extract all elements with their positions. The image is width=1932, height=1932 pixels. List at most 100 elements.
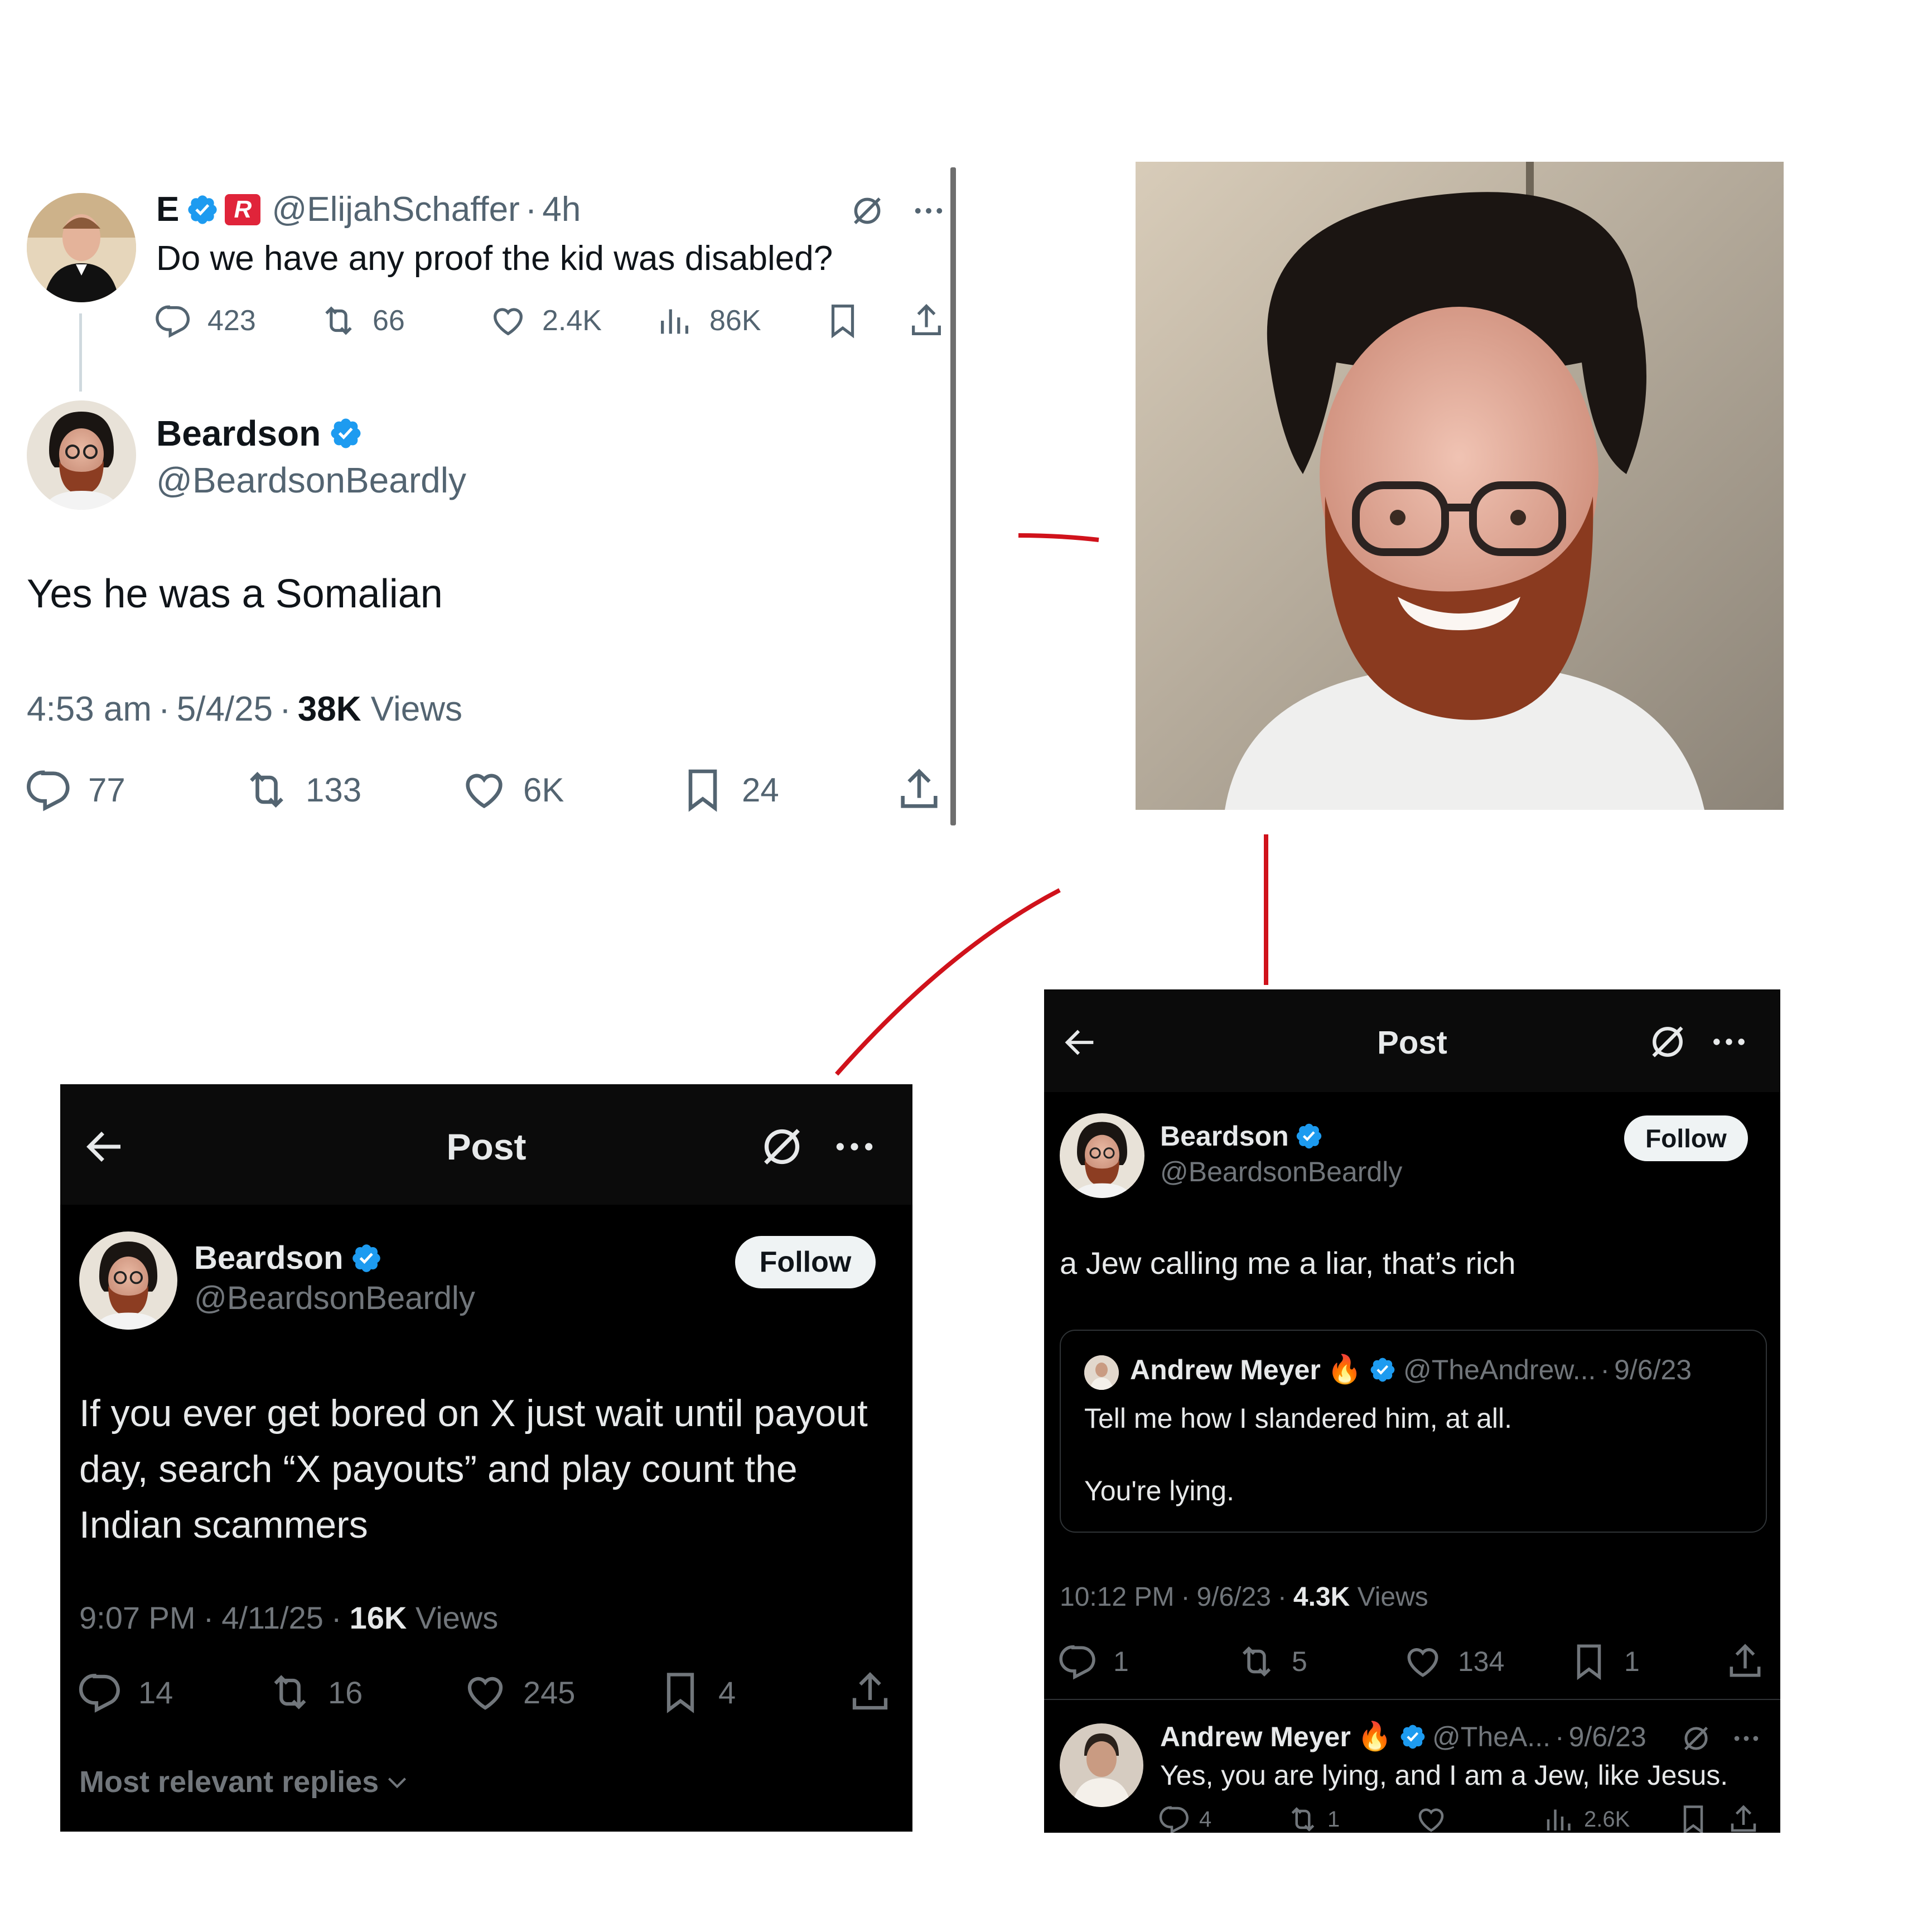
quoted-text-line2: You're lying. (1084, 1475, 1234, 1506)
left-most-relevant-replies[interactable]: Most relevant replies (79, 1765, 411, 1799)
right-like-button[interactable]: 134 (1402, 1641, 1504, 1682)
left-meta: 9:07 PM · 4/11/25 · 16K Views (79, 1600, 498, 1636)
right-meta: 10:12 PM · 9/6/23 · 4.3K Views (1060, 1582, 1428, 1612)
left-date[interactable]: 4/11/25 (221, 1600, 323, 1635)
repost-icon (267, 1669, 313, 1716)
grok-icon[interactable] (1646, 1021, 1689, 1063)
left-time[interactable]: 9:07 PM (79, 1600, 196, 1635)
right-repost-button[interactable]: 5 (1236, 1641, 1307, 1682)
right-repost-count: 5 (1292, 1646, 1307, 1677)
left-repost-button[interactable]: 16 (267, 1669, 363, 1716)
reply2-date[interactable]: 9/6/23 (1569, 1721, 1646, 1753)
avatar-andrew-meyer[interactable] (1060, 1723, 1143, 1807)
avatar-beardson-image (1060, 1113, 1144, 1198)
left-display-name[interactable]: Beardson (194, 1239, 344, 1277)
left-follow-button[interactable]: Follow (735, 1236, 876, 1288)
divider (1044, 1699, 1780, 1700)
share-icon[interactable] (1725, 1641, 1766, 1682)
left-reply-count: 14 (138, 1674, 173, 1710)
reply2-reply-button[interactable]: 4 (1158, 1803, 1211, 1833)
right-like-count: 134 (1458, 1646, 1505, 1677)
reply2-repost-button[interactable]: 1 (1286, 1803, 1340, 1833)
like-icon (1402, 1641, 1443, 1682)
quoted-display-name: Andrew Meyer (1130, 1354, 1321, 1385)
views-icon (1543, 1803, 1576, 1833)
dot-separator: · (1555, 1721, 1564, 1752)
right-name-row: Beardson (1160, 1120, 1324, 1152)
left-views-count: 16K (349, 1600, 407, 1635)
avatar-beardson[interactable] (79, 1231, 177, 1330)
dot-separator: · (203, 1600, 214, 1635)
dot-separator: · (1277, 1582, 1287, 1612)
reply2-reply-count: 4 (1199, 1807, 1212, 1832)
verified-badge-icon (1369, 1356, 1397, 1384)
annotation-line-curve (835, 888, 1061, 1076)
left-handle[interactable]: @BeardsonBeardly (194, 1279, 475, 1317)
repost-icon (1236, 1641, 1277, 1682)
dot-separator: · (331, 1600, 342, 1635)
right-bookmark-button[interactable]: 1 (1568, 1641, 1640, 1682)
reply2-views-button[interactable]: 2.6K (1543, 1803, 1630, 1833)
grok-icon[interactable] (757, 1122, 806, 1171)
avatar-beardson-image (79, 1231, 177, 1330)
reply-icon (77, 1669, 124, 1716)
right-reply-button[interactable]: 1 (1057, 1641, 1129, 1682)
avatar-andrew-image (1060, 1723, 1143, 1807)
right-views-label: Views (1357, 1582, 1428, 1612)
avatar-andrew-image (1084, 1355, 1119, 1390)
left-post-text: If you ever get bored on X just wait unt… (79, 1392, 868, 1546)
right-date[interactable]: 9/6/23 (1196, 1582, 1271, 1612)
dot-separator: · (1181, 1582, 1190, 1612)
right-handle[interactable]: @BeardsonBeardly (1160, 1156, 1402, 1188)
dark-post-left: Post Beardson @BeardsonBeardly Follow If… (60, 1084, 912, 1832)
left-footer-label: Most relevant replies (79, 1765, 379, 1799)
more-icon[interactable] (1708, 1021, 1750, 1063)
more-icon[interactable] (830, 1122, 879, 1171)
left-reply-button[interactable]: 14 (77, 1669, 173, 1716)
right-reply-count: 1 (1113, 1646, 1129, 1677)
reply2-repost-count: 1 (1327, 1807, 1340, 1832)
verified-badge-icon (350, 1242, 383, 1274)
quoted-date: 9/6/23 (1614, 1354, 1692, 1385)
right-header: Post (1044, 989, 1780, 1092)
share-icon[interactable] (847, 1669, 893, 1716)
left-header: Post (60, 1084, 912, 1205)
share-icon[interactable] (1727, 1803, 1760, 1833)
grok-icon[interactable] (1680, 1722, 1712, 1755)
reply2-display-name[interactable]: Andrew Meyer (1160, 1721, 1351, 1753)
quoted-header: Andrew Meyer 🔥 @TheAndrew... · 9/6/23 (1130, 1353, 1692, 1386)
avatar-andrew-meyer (1084, 1355, 1119, 1390)
left-bookmark-button[interactable]: 4 (657, 1669, 736, 1716)
right-actions: 1 5 134 1 (1057, 1641, 1771, 1685)
bookmark-icon[interactable] (1677, 1803, 1710, 1833)
fire-emoji: 🔥 (1327, 1354, 1363, 1385)
more-icon[interactable] (1730, 1722, 1762, 1755)
right-display-name[interactable]: Beardson (1160, 1120, 1289, 1152)
dark-post-right: Post Beardson @BeardsonBeardly Follow a … (1044, 989, 1780, 1833)
left-name-row: Beardson (194, 1239, 383, 1277)
right-follow-button[interactable]: Follow (1624, 1115, 1748, 1161)
reply2-views-count: 2.6K (1584, 1807, 1630, 1832)
reply2-header: Andrew Meyer 🔥 @TheA... · 9/6/23 (1160, 1720, 1646, 1753)
right-views-count: 4.3K (1293, 1582, 1350, 1612)
right-post-text: a Jew calling me a liar, that’s rich (1060, 1245, 1516, 1281)
fire-emoji: 🔥 (1357, 1721, 1393, 1752)
reply2-text: Yes, you are lying, and I am a Jew, like… (1160, 1760, 1728, 1791)
left-views-label: Views (415, 1600, 499, 1635)
like-icon[interactable] (1414, 1803, 1448, 1833)
quoted-text-line1: Tell me how I slandered him, at all. (1084, 1403, 1513, 1434)
right-bookmark-count: 1 (1624, 1646, 1640, 1677)
avatar-beardson[interactable] (1060, 1113, 1144, 1198)
left-like-button[interactable]: 245 (462, 1669, 575, 1716)
repost-icon (1286, 1803, 1320, 1833)
reply2-handle[interactable]: @TheA... (1432, 1721, 1551, 1753)
reply2-actions: 4 1 2.6K (1158, 1803, 1771, 1833)
left-actions: 14 16 245 4 (77, 1669, 897, 1719)
like-icon (462, 1669, 509, 1716)
chevron-down-icon (383, 1768, 411, 1796)
right-time[interactable]: 10:12 PM (1060, 1582, 1174, 1612)
dot-separator: · (1600, 1354, 1610, 1385)
quoted-post[interactable]: Andrew Meyer 🔥 @TheAndrew... · 9/6/23 Te… (1060, 1330, 1767, 1533)
reply-icon (1057, 1641, 1099, 1682)
verified-badge-icon (1295, 1122, 1324, 1151)
